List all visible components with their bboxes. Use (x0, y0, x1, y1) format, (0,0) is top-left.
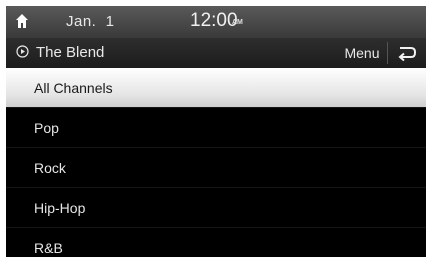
status-ampm: AM (232, 19, 243, 26)
channel-item-rock[interactable]: Rock (6, 148, 426, 188)
channel-item-all-channels[interactable]: All Channels (6, 68, 426, 108)
channel-item-pop[interactable]: Pop (6, 108, 426, 148)
play-circle-icon (16, 45, 29, 58)
channel-item-r-and-b[interactable]: R&B (6, 228, 426, 257)
station-title: The Blend (36, 44, 105, 61)
status-bar: Jan. 1 12:00 AM (6, 6, 426, 38)
title-bar: The Blend Menu (6, 38, 426, 68)
infotainment-screen: Jan. 1 12:00 AM The Blend Menu All Chann… (6, 6, 426, 257)
menu-button[interactable]: Menu (337, 42, 388, 64)
status-time: 12:00 (190, 10, 238, 31)
channel-list: All Channels Pop Rock Hip-Hop R&B (6, 68, 426, 257)
back-arrow-icon[interactable] (396, 44, 418, 62)
channel-item-hip-hop[interactable]: Hip-Hop (6, 188, 426, 228)
status-date: Jan. 1 (66, 13, 115, 30)
home-icon[interactable] (15, 13, 29, 29)
